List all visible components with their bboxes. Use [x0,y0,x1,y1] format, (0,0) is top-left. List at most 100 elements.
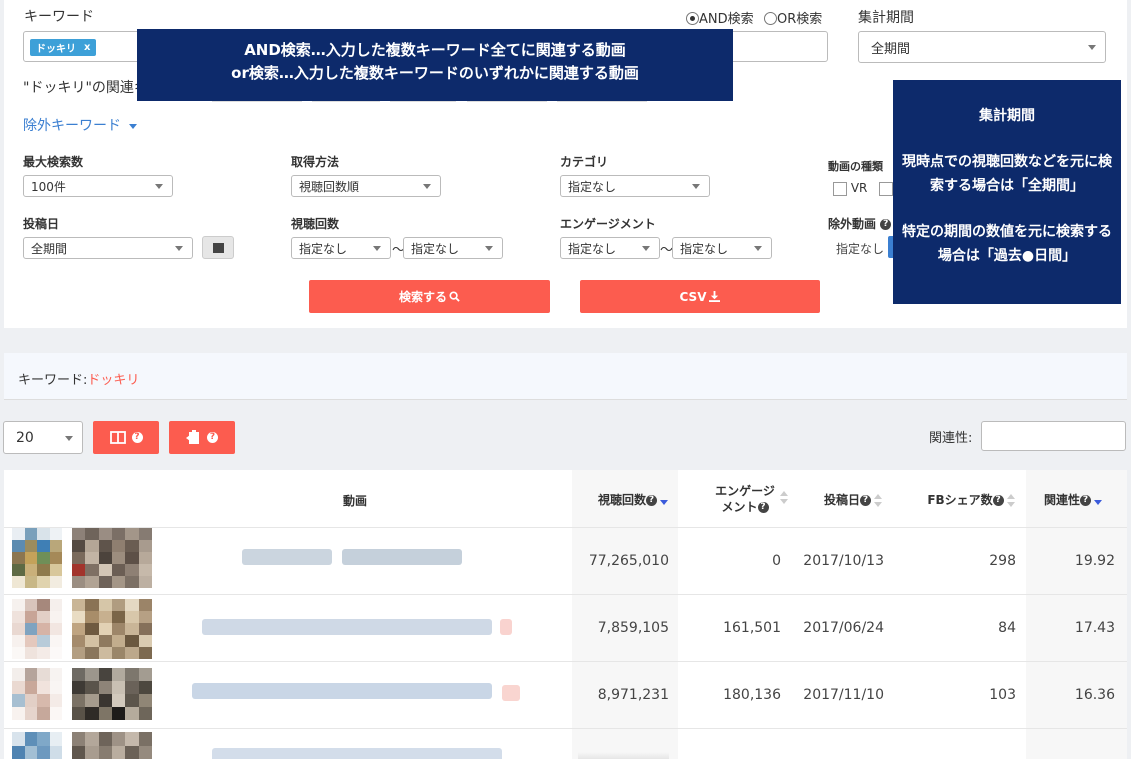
column-posted-label: 投稿日 [823,493,860,507]
sort-icon[interactable] [1006,493,1015,508]
download-icon [709,291,721,302]
column-posted[interactable]: 投稿日? [812,491,894,508]
radio-and[interactable]: AND検索 [686,8,754,27]
chevron-down-icon [65,435,73,441]
sort-desc-icon[interactable] [660,494,668,508]
radio-and-icon[interactable] [686,12,699,25]
result-keyword-prefix: キーワード: [18,373,88,388]
clipboard-icon [186,430,199,444]
video-title[interactable] [212,748,502,759]
column-engagement[interactable]: エンゲージ メント? [700,483,790,515]
category-select[interactable]: 指定なし [560,175,710,197]
help-icon[interactable]: ? [880,219,892,230]
cell-relevance: 19.92 [1074,553,1115,569]
cell-posted: 2017/06/24 [803,620,884,636]
channel-thumbnail[interactable] [12,668,62,720]
search-button[interactable]: 検索する [309,280,550,313]
page-size-select[interactable]: 20 [3,421,83,454]
column-relevance-label: 関連性 [1044,493,1081,507]
video-thumbnail[interactable] [72,599,152,659]
chevron-down-icon [754,246,762,251]
help-icon[interactable]: ? [207,432,218,443]
video-title[interactable] [202,619,492,635]
help-icon[interactable]: ? [1080,495,1092,506]
calendar-button[interactable] [202,236,234,259]
cell-fb-shares: 84 [998,620,1016,636]
video-thumbnail[interactable] [72,732,152,759]
post-date-select[interactable]: 全期間 [23,237,193,259]
channel-thumbnail[interactable] [12,528,62,588]
help-icon[interactable]: ? [757,502,769,513]
views-from-value: 指定なし [299,241,348,256]
engagement-from-select[interactable]: 指定なし [560,237,660,259]
and-or-tooltip-line2: or検索…入力した複数キーワードのいずれかに関連する動画 [231,64,639,82]
engagement-to-select[interactable]: 指定なし [672,237,772,259]
engagement-to-value: 指定なし [680,241,729,256]
clipboard-button[interactable]: ? [169,421,235,454]
sort-icon[interactable] [780,491,788,505]
sort-desc-icon[interactable] [1094,494,1103,508]
checkbox-other[interactable] [879,181,894,196]
chevron-down-icon [692,184,700,189]
video-title[interactable] [242,549,332,565]
video-type-vr[interactable]: VR [833,181,894,196]
table-divider [4,527,1127,528]
relevance-filter-input[interactable] [981,421,1126,451]
video-type-label: 動画の種類 [828,160,883,173]
cell-posted: 2017/10/13 [803,553,884,569]
chevron-down-icon [373,246,381,251]
search-button-label: 検索する [398,290,447,304]
page-size-value: 20 [16,429,34,446]
method-select[interactable]: 視聴回数順 [291,175,441,197]
method-value: 視聴回数順 [299,179,360,194]
csv-button[interactable]: CSV [580,280,820,313]
chevron-down-icon [155,184,163,189]
cell-posted: 2017/11/10 [803,687,884,703]
video-title[interactable] [192,683,492,699]
column-views-label: 視聴回数 [597,493,646,507]
calendar-icon [212,242,224,253]
help-icon[interactable]: ? [992,495,1004,506]
video-title[interactable] [342,549,462,565]
channel-thumbnail[interactable] [12,599,62,659]
views-label: 視聴回数 [291,217,340,231]
columns-button[interactable]: ? [93,421,159,454]
post-date-value: 全期間 [31,241,68,256]
views-to-value: 指定なし [411,241,460,256]
result-keyword-bar: キーワード:ドッキリ [4,353,1127,400]
chevron-down-icon [485,246,493,251]
radio-or[interactable]: OR検索 [764,8,822,27]
keyword-tag[interactable]: ドッキリ x [30,39,97,56]
help-icon[interactable]: ? [646,495,657,506]
category-label: カテゴリ [560,155,609,169]
radio-or-icon[interactable] [764,12,777,25]
cell-fb-shares: 298 [989,553,1016,569]
channel-thumbnail[interactable] [12,732,62,759]
column-fb-shares[interactable]: FBシェア数? [918,491,1024,508]
video-thumbnail[interactable] [72,668,152,720]
relevance-column-bg [1026,470,1127,759]
views-from-select[interactable]: 指定なし [291,237,391,259]
help-icon[interactable]: ? [131,432,143,443]
max-results-label: 最大検索数 [23,155,84,169]
cell-relevance: 16.36 [1074,687,1115,703]
sort-icon[interactable] [874,493,882,508]
cell-engagement: 180,136 [723,687,781,703]
exclude-keywords-toggle[interactable]: 除外キーワード [23,115,138,135]
column-views[interactable]: 視聴回数? [588,491,678,508]
help-icon[interactable]: ? [860,495,871,506]
cell-views: 7,859,105 [597,620,669,636]
keyword-tag-close[interactable]: x [84,42,90,53]
views-to-select[interactable]: 指定なし [403,237,503,259]
period-label: 集計期間 [858,10,914,26]
video-thumbnail[interactable] [72,528,152,588]
column-relevance[interactable]: 関連性? [1044,491,1131,508]
checkbox-vr[interactable] [833,181,847,196]
period-select[interactable]: 全期間 [858,31,1106,63]
search-icon [449,291,460,302]
max-results-select[interactable]: 100件 [23,175,173,197]
exclude-videos-value: 指定なし [836,242,885,256]
column-video[interactable]: 動画 [300,492,410,509]
period-tooltip-title: 集計期間 [979,108,1035,124]
engagement-label: エンゲージメント [560,217,656,231]
